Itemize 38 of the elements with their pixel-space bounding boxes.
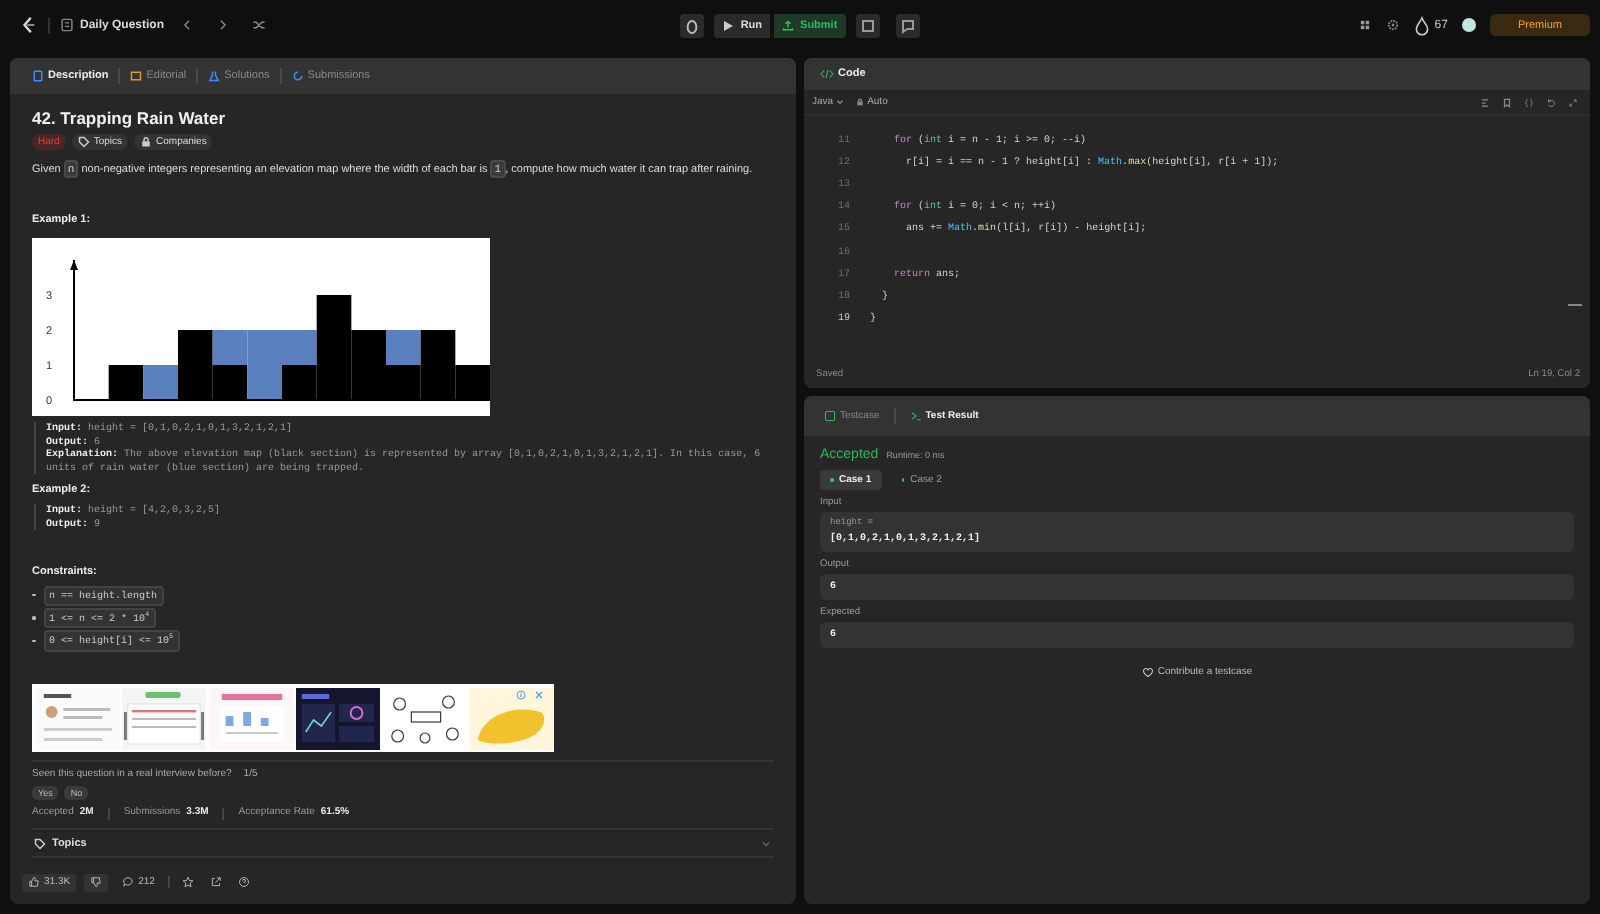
- expand-icon[interactable]: [1568, 97, 1578, 107]
- notes-icon[interactable]: [855, 13, 880, 37]
- lock-icon: [856, 98, 865, 106]
- thumbs-up-icon: [28, 876, 40, 888]
- tag-icon: [77, 136, 90, 148]
- problem-title[interactable]: 42. Trapping Rain Water: [32, 108, 774, 128]
- share-icon[interactable]: [210, 876, 223, 888]
- play-icon: [722, 19, 735, 31]
- next-icon[interactable]: [216, 18, 231, 32]
- star-icon[interactable]: [182, 876, 195, 888]
- checkbox-icon: [824, 410, 836, 422]
- reset-icon[interactable]: [1546, 97, 1556, 107]
- terminal-icon: [909, 410, 922, 422]
- previous-icon[interactable]: [180, 18, 195, 32]
- braces-icon[interactable]: [1524, 97, 1534, 107]
- thumbs-down-icon: [90, 876, 103, 888]
- tag-icon: [34, 837, 46, 849]
- code-icon: [820, 68, 834, 80]
- caret-icon: [836, 98, 845, 106]
- format-icon[interactable]: [1480, 97, 1490, 107]
- comment-icon: [122, 876, 135, 888]
- chevron-icon: [760, 837, 772, 849]
- heart-icon: [1141, 665, 1154, 677]
- flask-icon: [208, 70, 221, 82]
- grid-icon[interactable]: [1358, 18, 1373, 32]
- avatar[interactable]: [1461, 18, 1476, 32]
- bookmark-icon[interactable]: [1502, 97, 1512, 107]
- shuffle-icon[interactable]: [252, 18, 267, 32]
- chat-icon[interactable]: [895, 13, 920, 37]
- list-icon[interactable]: [60, 18, 74, 32]
- upload-icon: [782, 19, 795, 31]
- help-icon[interactable]: [238, 876, 251, 888]
- book-icon: [130, 70, 143, 82]
- lock-icon: [140, 136, 153, 148]
- settings-icon[interactable]: [1386, 18, 1401, 32]
- scrollbar-marker: [1568, 304, 1582, 306]
- document-icon: [32, 70, 44, 82]
- dislike-button[interactable]: [84, 873, 109, 891]
